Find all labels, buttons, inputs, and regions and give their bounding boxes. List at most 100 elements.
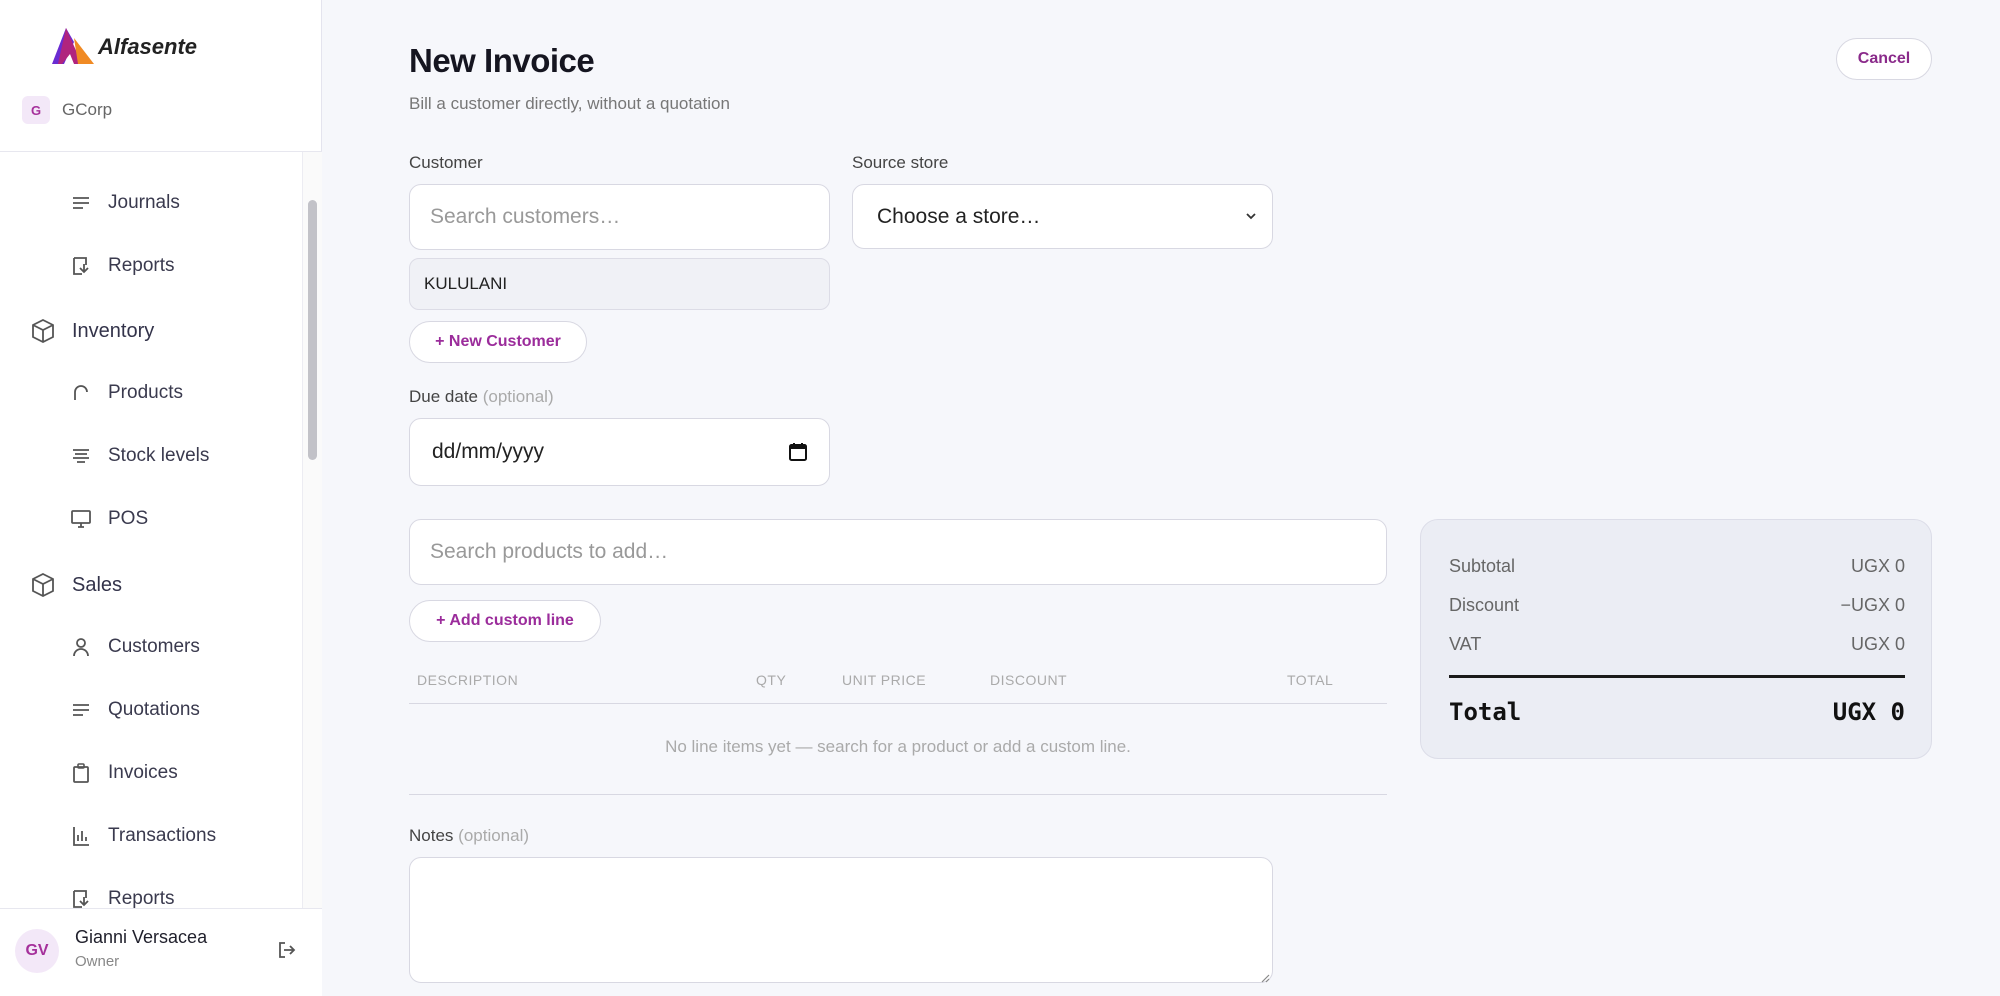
sidebar-item-quotations[interactable]: Quotations (70, 699, 200, 721)
add-custom-line-button[interactable]: + Add custom line (409, 600, 601, 642)
scrollbar-thumb[interactable] (308, 200, 317, 460)
subtotal-label: Subtotal (1449, 556, 1516, 576)
user-icon (70, 636, 92, 658)
vat-value: UGX 0 (1850, 634, 1905, 654)
column-header: TOTAL (1287, 672, 1334, 688)
sidebar-item-customers[interactable]: Customers (70, 636, 200, 658)
sidebar-item-inventory[interactable]: Inventory (30, 318, 154, 344)
main-content: New Invoice Bill a customer directly, wi… (322, 0, 2000, 996)
store-label: Source store (852, 153, 949, 172)
org-badge: G (22, 96, 50, 124)
sidebar-item-products[interactable]: Products (70, 382, 183, 404)
resize-handle-icon[interactable] (1260, 970, 1270, 983)
column-header: DISCOUNT (990, 672, 1068, 688)
sidebar-item-reports[interactable]: Reports (70, 255, 175, 277)
selected-customer[interactable]: KULULANI (409, 258, 830, 310)
line-items-header: DESCRIPTION QTY UNIT PRICE DISCOUNT TOTA… (409, 666, 1387, 704)
empty-line-items-message: No line items yet — search for a product… (665, 737, 1131, 756)
sidebar-item-partial[interactable] (70, 152, 92, 154)
sidebar-item-label: Transactions (108, 825, 217, 846)
brand-name: Alfasente (98, 34, 198, 59)
subtotal-row: Subtotal UGX 0 (1449, 556, 1905, 577)
page-title: New Invoice (409, 42, 595, 79)
clipboard-icon (70, 762, 92, 784)
org-switcher[interactable]: G GCorp (22, 96, 112, 124)
notes-textarea[interactable] (409, 857, 1273, 983)
sidebar-item-sales-reports[interactable]: Reports (70, 888, 175, 908)
report-icon (70, 255, 92, 277)
subtotal-value: UGX 0 (1850, 556, 1905, 576)
due-date-label-text: Due date (409, 387, 478, 406)
vat-row: VAT UGX 0 (1449, 634, 1905, 655)
total-value: UGX 0 (1832, 698, 1905, 726)
avatar[interactable]: GV (15, 929, 59, 973)
user-name: Gianni Versacea (75, 927, 208, 947)
product-search-input[interactable]: Search products to add… (409, 519, 1387, 585)
logout-icon[interactable] (274, 937, 300, 963)
sidebar-item-label: Journals (108, 192, 180, 213)
notes-label-text: Notes (409, 826, 454, 845)
chart-icon (70, 825, 92, 847)
lines-icon (70, 699, 92, 721)
sidebar-item-label: Customers (108, 636, 200, 657)
sidebar-item-label: Reports (108, 255, 175, 276)
arch-icon (70, 382, 92, 404)
brand-logo[interactable]: Alfasente (52, 28, 197, 66)
chevron-down-icon (1242, 207, 1260, 225)
sidebar-item-label: Products (108, 382, 183, 403)
discount-label: Discount (1449, 595, 1520, 615)
summary-divider (1449, 675, 1905, 678)
sidebar-item-sales[interactable]: Sales (30, 572, 122, 598)
sidebar-item-pos[interactable]: POS (70, 508, 148, 530)
store-select[interactable]: Choose a store… (852, 184, 1273, 249)
sidebar-item-transactions[interactable]: Transactions (70, 825, 216, 847)
user-panel: GV Gianni Versacea Owner (0, 908, 322, 996)
customer-search-input[interactable]: Search customers… (409, 184, 830, 250)
optional-hint: (optional) (482, 387, 554, 406)
discount-row: Discount −UGX 0 (1449, 595, 1905, 616)
cancel-button[interactable]: Cancel (1836, 38, 1932, 80)
store-select-value: Choose a store… (877, 204, 1041, 228)
column-header: UNIT PRICE (842, 672, 927, 688)
optional-hint: (optional) (458, 826, 530, 845)
due-date-input[interactable]: dd/mm/yyyy (409, 418, 830, 486)
org-name: GCorp (62, 100, 113, 119)
report-icon (70, 888, 92, 908)
column-header: QTY (756, 672, 787, 688)
notes-label: Notes (optional) (409, 826, 529, 846)
sidebar-item-label: Quotations (108, 699, 200, 720)
sidebar-item-label: Reports (108, 888, 175, 908)
lines-icon (70, 152, 92, 154)
sidebar-item-label: Invoices (108, 762, 178, 783)
due-date-placeholder: dd/mm/yyyy (432, 440, 545, 463)
sidebar-scrollbar[interactable] (302, 152, 322, 908)
total-label: Total (1449, 698, 1522, 726)
box-icon (30, 318, 56, 344)
customer-label: Customer (409, 153, 483, 172)
due-date-label: Due date (optional) (409, 387, 554, 407)
sidebar-item-label: Inventory (72, 319, 155, 342)
column-header: DESCRIPTION (417, 672, 519, 688)
calendar-icon[interactable] (787, 441, 809, 463)
sidebar-item-stock-levels[interactable]: Stock levels (70, 445, 209, 467)
invoice-summary: Subtotal UGX 0 Discount −UGX 0 VAT UGX 0… (1420, 519, 1932, 759)
sidebar-item-invoices[interactable]: Invoices (70, 762, 178, 784)
page-subtitle: Bill a customer directly, without a quot… (409, 94, 730, 113)
sidebar-item-label: Stock levels (108, 445, 210, 466)
sidebar-nav: Journals Reports Inventory Products Stoc (0, 152, 302, 908)
total-row: Total UGX 0 (1449, 698, 1905, 726)
discount-value: −UGX 0 (1840, 595, 1905, 615)
lines-icon (70, 192, 92, 214)
box-icon (30, 572, 56, 598)
sidebar-item-label: POS (108, 508, 149, 529)
stack-icon (70, 445, 92, 467)
logo-icon (52, 28, 94, 64)
sidebar-item-journals[interactable]: Journals (70, 192, 180, 214)
monitor-icon (70, 508, 92, 530)
sidebar-item-label: Sales (72, 573, 123, 596)
user-role: Owner (75, 953, 120, 970)
table-divider (409, 794, 1387, 795)
sidebar: Alfasente G GCorp Journals Reports Inven… (0, 0, 322, 996)
new-customer-button[interactable]: + New Customer (409, 321, 587, 363)
vat-label: VAT (1449, 634, 1482, 654)
